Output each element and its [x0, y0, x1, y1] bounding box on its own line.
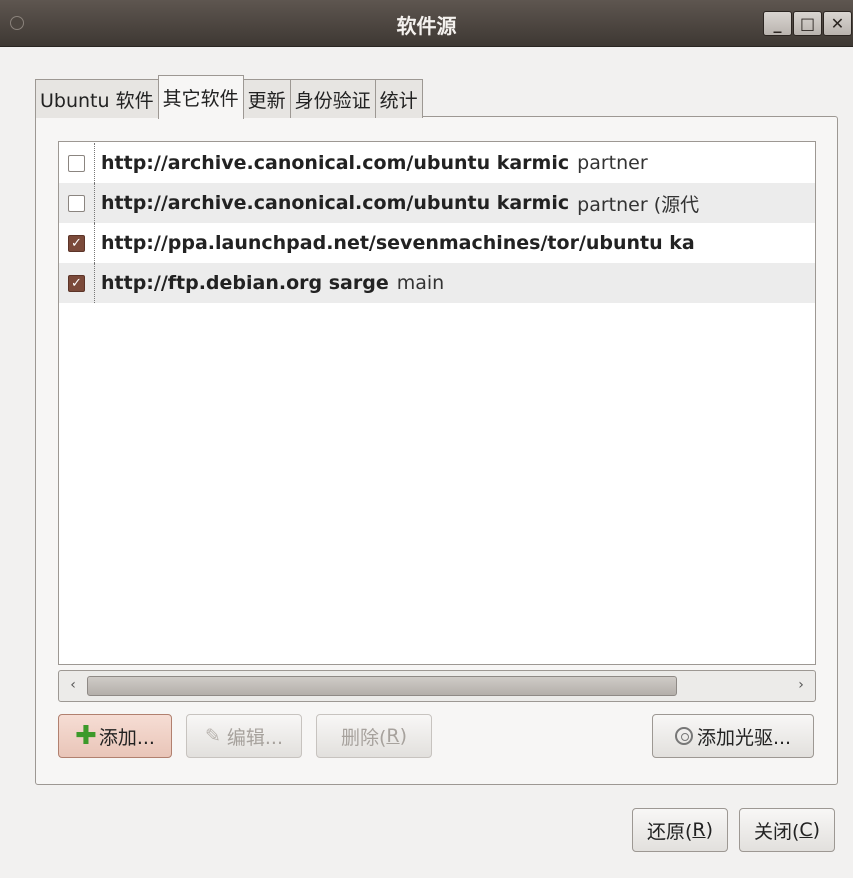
scroll-left-icon[interactable]: ‹ — [64, 675, 82, 695]
revert-label: 还原( — [646, 820, 693, 843]
plus-icon: ✚ — [75, 721, 97, 751]
add-cdrom-button[interactable]: 添加光驱... — [652, 714, 814, 758]
close-label-end: ) — [812, 819, 821, 841]
cdrom-icon — [674, 727, 693, 745]
source-url: http://ftp.debian.org sarge — [101, 272, 389, 294]
source-components: main — [396, 272, 445, 294]
list-item[interactable]: ✓ http://ppa.launchpad.net/sevenmachines… — [59, 223, 815, 263]
delete-label: 删除( — [340, 726, 387, 749]
add-cdrom-label: 添加光驱... — [696, 726, 792, 749]
close-window-button[interactable]: ✕ — [823, 11, 852, 36]
horizontal-scrollbar[interactable]: ‹ › — [58, 670, 816, 702]
column-divider — [94, 263, 95, 303]
column-divider — [94, 223, 95, 263]
tab-updates[interactable]: 更新 — [242, 79, 291, 118]
title-bar: 软件源 _ □ ✕ — [0, 0, 853, 47]
tab-bar: Ubuntu 软件 其它软件 更新 身份验证 统计 — [35, 75, 423, 119]
source-url: http://ppa.launchpad.net/sevenmachines/t… — [101, 232, 695, 254]
revert-mnemonic: R — [692, 819, 706, 841]
source-checkbox[interactable]: ✓ — [68, 274, 85, 292]
pencil-icon: ✎ — [204, 725, 221, 747]
scrollbar-thumb[interactable] — [87, 676, 677, 696]
window-title: 软件源 — [396, 14, 457, 38]
delete-mnemonic: R — [386, 725, 400, 747]
add-button-label: 添加... — [98, 726, 155, 749]
revert-label-end: ) — [705, 819, 714, 841]
edit-button-label: 编辑... — [226, 726, 284, 749]
source-url: http://archive.canonical.com/ubuntu karm… — [101, 192, 570, 214]
revert-button[interactable]: 还原(R) — [632, 808, 728, 852]
tab-statistics[interactable]: 统计 — [374, 79, 423, 118]
source-url: http://archive.canonical.com/ubuntu karm… — [101, 152, 570, 174]
delete-button[interactable]: 删除(R) — [316, 714, 432, 758]
source-checkbox[interactable]: ✓ — [68, 234, 85, 252]
source-list: http://archive.canonical.com/ubuntu karm… — [58, 141, 816, 665]
minimize-button[interactable]: _ — [763, 11, 792, 36]
list-item[interactable]: ✓ http://ftp.debian.org sarge main — [59, 263, 815, 303]
scroll-right-icon[interactable]: › — [792, 675, 810, 695]
source-checkbox[interactable] — [68, 154, 85, 172]
column-divider — [94, 183, 95, 223]
list-item[interactable]: http://archive.canonical.com/ubuntu karm… — [59, 143, 815, 183]
close-mnemonic: C — [799, 819, 813, 841]
tab-other-software[interactable]: 其它软件 — [157, 75, 244, 119]
tab-authentication[interactable]: 身份验证 — [289, 79, 376, 118]
list-item[interactable]: http://archive.canonical.com/ubuntu karm… — [59, 183, 815, 223]
delete-label-end: ) — [399, 725, 408, 747]
close-button[interactable]: 关闭(C) — [739, 808, 835, 852]
maximize-button[interactable]: □ — [793, 11, 822, 36]
add-button[interactable]: ✚ 添加... — [58, 714, 172, 758]
tab-ubuntu-software[interactable]: Ubuntu 软件 — [35, 79, 159, 118]
close-label: 关闭( — [753, 820, 800, 843]
source-checkbox[interactable] — [68, 194, 85, 212]
source-components: partner (源代 — [577, 193, 700, 216]
column-divider — [94, 143, 95, 183]
source-components: partner — [577, 152, 648, 174]
edit-button[interactable]: ✎ 编辑... — [186, 714, 302, 758]
